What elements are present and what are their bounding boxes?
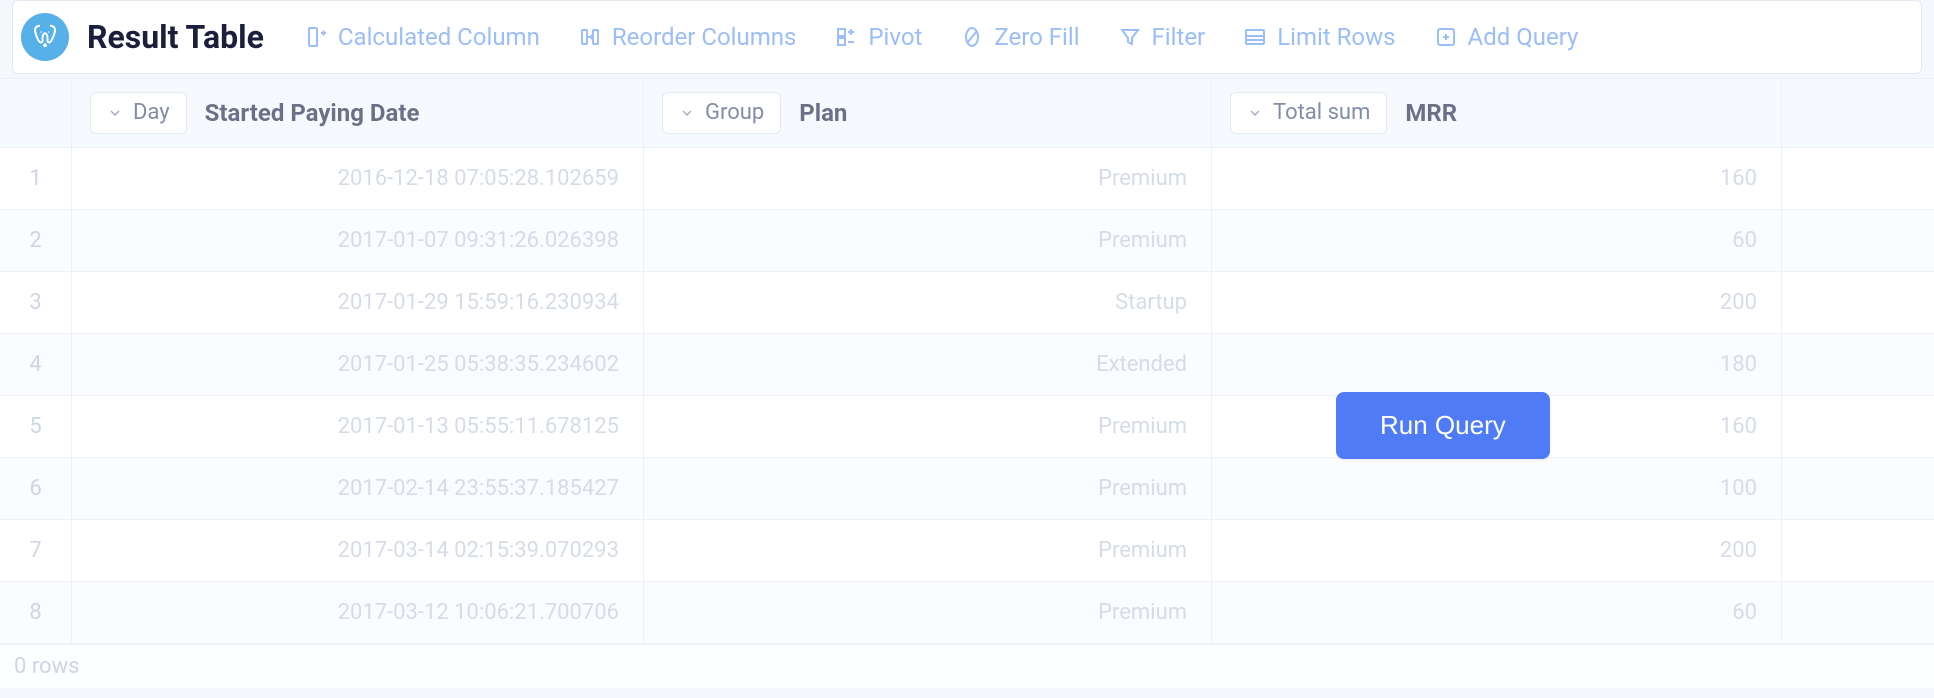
zero-fill-label: Zero Fill — [994, 23, 1079, 51]
grid-wrap: Day Started Paying Date Group Plan Total… — [0, 78, 1934, 688]
cell-plan: Premium — [644, 582, 1212, 643]
row-number: 2 — [0, 210, 72, 271]
filter-label: Filter — [1152, 23, 1206, 51]
row-number: 3 — [0, 272, 72, 333]
zero-fill-button[interactable]: Zero Fill — [960, 23, 1079, 51]
cell-extra — [1782, 272, 1934, 333]
cell-date: 2017-03-12 10:06:21.700706 — [72, 582, 644, 643]
result-grid: Day Started Paying Date Group Plan Total… — [0, 78, 1934, 688]
row-number: 8 — [0, 582, 72, 643]
table-row: 7 2017-03-14 02:15:39.070293 Premium 200 — [0, 520, 1934, 582]
row-number: 1 — [0, 148, 72, 209]
column-header-extra — [1782, 79, 1934, 147]
cell-plan: Premium — [644, 148, 1212, 209]
calculated-column-button[interactable]: Calculated Column — [304, 23, 540, 51]
row-number: 7 — [0, 520, 72, 581]
grid-header: Day Started Paying Date Group Plan Total… — [0, 78, 1934, 148]
aggregation-pill-date-label: Day — [133, 102, 170, 124]
cell-extra — [1782, 210, 1934, 271]
aggregation-pill-plan[interactable]: Group — [662, 92, 781, 134]
cell-plan: Premium — [644, 520, 1212, 581]
aggregation-pill-date[interactable]: Day — [90, 92, 187, 134]
row-number: 6 — [0, 458, 72, 519]
aggregation-pill-mrr-label: Total sum — [1273, 102, 1370, 124]
toolbar-actions: Calculated Column Reorder Columns Pivot … — [304, 23, 1578, 51]
page-title: Result Table — [87, 18, 264, 56]
title-wrap: Result Table — [21, 13, 264, 61]
reorder-columns-button[interactable]: Reorder Columns — [578, 23, 797, 51]
cell-mrr: 200 — [1212, 520, 1782, 581]
row-number: 5 — [0, 396, 72, 457]
cell-date: 2017-01-25 05:38:35.234602 — [72, 334, 644, 395]
row-number-header — [0, 79, 72, 147]
run-query-button[interactable]: Run Query — [1336, 392, 1550, 459]
cell-plan: Premium — [644, 396, 1212, 457]
cell-mrr: 180 — [1212, 334, 1782, 395]
cell-mrr: 60 — [1212, 210, 1782, 271]
column-label-mrr: MRR — [1405, 99, 1457, 127]
cell-date: 2017-01-29 15:59:16.230934 — [72, 272, 644, 333]
cell-plan: Startup — [644, 272, 1212, 333]
aggregation-pill-mrr[interactable]: Total sum — [1230, 92, 1387, 134]
cell-plan: Extended — [644, 334, 1212, 395]
table-row: 1 2016-12-18 07:05:28.102659 Premium 160 — [0, 148, 1934, 210]
cell-plan: Premium — [644, 458, 1212, 519]
cell-date: 2017-03-14 02:15:39.070293 — [72, 520, 644, 581]
chevron-down-icon — [1247, 105, 1263, 121]
aggregation-pill-plan-label: Group — [705, 102, 764, 124]
cell-plan: Premium — [644, 210, 1212, 271]
cell-mrr: 100 — [1212, 458, 1782, 519]
table-row: 4 2017-01-25 05:38:35.234602 Extended 18… — [0, 334, 1934, 396]
toolbar: Result Table Calculated Column Reorder C… — [12, 0, 1922, 74]
cell-mrr: 160 — [1212, 148, 1782, 209]
cell-extra — [1782, 520, 1934, 581]
add-query-label: Add Query — [1468, 23, 1579, 51]
column-label-date: Started Paying Date — [205, 99, 420, 127]
chevron-down-icon — [107, 105, 123, 121]
table-row: 3 2017-01-29 15:59:16.230934 Startup 200 — [0, 272, 1934, 334]
cell-date: 2017-01-13 05:55:11.678125 — [72, 396, 644, 457]
row-number: 4 — [0, 334, 72, 395]
table-row: 5 2017-01-13 05:55:11.678125 Premium 160 — [0, 396, 1934, 458]
grid-body: 1 2016-12-18 07:05:28.102659 Premium 160… — [0, 148, 1934, 644]
reorder-columns-label: Reorder Columns — [612, 23, 797, 51]
cell-date: 2017-01-07 09:31:26.026398 — [72, 210, 644, 271]
table-row: 6 2017-02-14 23:55:37.185427 Premium 100 — [0, 458, 1934, 520]
cell-mrr: 60 — [1212, 582, 1782, 643]
table-row: 2 2017-01-07 09:31:26.026398 Premium 60 — [0, 210, 1934, 272]
row-count-text: 0 rows — [14, 654, 80, 679]
cell-extra — [1782, 148, 1934, 209]
table-row: 8 2017-03-12 10:06:21.700706 Premium 60 — [0, 582, 1934, 644]
calculated-column-label: Calculated Column — [338, 23, 540, 51]
cell-extra — [1782, 334, 1934, 395]
grid-footer: 0 rows — [0, 644, 1934, 688]
column-header-mrr: Total sum MRR — [1212, 79, 1782, 147]
column-header-date: Day Started Paying Date — [72, 79, 644, 147]
column-label-plan: Plan — [799, 99, 847, 127]
chevron-down-icon — [679, 105, 695, 121]
cell-extra — [1782, 458, 1934, 519]
column-header-plan: Group Plan — [644, 79, 1212, 147]
cell-date: 2016-12-18 07:05:28.102659 — [72, 148, 644, 209]
cell-mrr: 200 — [1212, 272, 1782, 333]
pivot-label: Pivot — [868, 23, 922, 51]
cell-extra — [1782, 396, 1934, 457]
cell-date: 2017-02-14 23:55:37.185427 — [72, 458, 644, 519]
limit-rows-label: Limit Rows — [1277, 23, 1395, 51]
pivot-button[interactable]: Pivot — [834, 23, 922, 51]
limit-rows-button[interactable]: Limit Rows — [1243, 23, 1395, 51]
cell-extra — [1782, 582, 1934, 643]
postgres-icon — [21, 13, 69, 61]
add-query-button[interactable]: Add Query — [1434, 23, 1579, 51]
filter-button[interactable]: Filter — [1118, 23, 1206, 51]
